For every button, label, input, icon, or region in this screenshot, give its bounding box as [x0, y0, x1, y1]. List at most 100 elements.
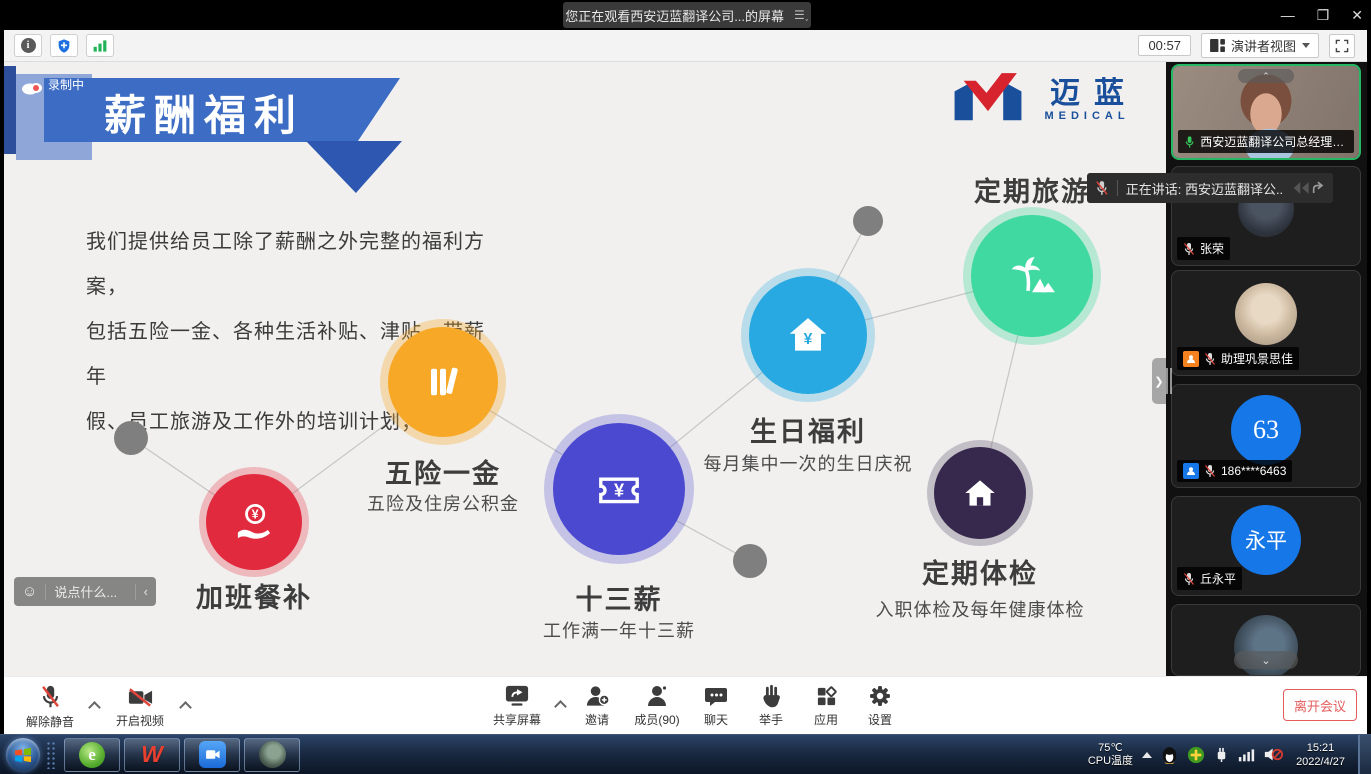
usb-tray-icon[interactable]	[1214, 746, 1229, 763]
network-tray-icon[interactable]	[1238, 747, 1255, 762]
shield-icon	[56, 38, 72, 54]
benefit-desc: 五险及住房公积金	[273, 490, 613, 516]
raise-hand-button[interactable]: 举手	[743, 684, 799, 728]
participant-tile[interactable]: 63 186****6463	[1171, 384, 1361, 488]
mic-options-chevron[interactable]	[88, 701, 101, 714]
start-video-label: 开启视频	[116, 712, 164, 729]
close-button[interactable]: ✕	[1351, 7, 1363, 24]
chat-button[interactable]: 聊天	[689, 684, 743, 728]
network-status-button[interactable]	[86, 34, 114, 57]
participant-name: 丘永平	[1200, 570, 1236, 587]
company-logo: 迈蓝 MEDICAL	[950, 70, 1138, 128]
camera-app-icon	[259, 741, 286, 768]
chevron-down-icon[interactable]: ⌄	[1234, 651, 1298, 669]
share-options-chevron[interactable]	[554, 700, 567, 713]
fullscreen-icon	[1335, 39, 1349, 53]
benefit-label: 十三薪	[469, 578, 769, 617]
taskbar-camera-button[interactable]	[244, 738, 300, 772]
participant-tile-partial[interactable]: ⌄	[1171, 604, 1361, 676]
benefit-desc: 入职体检及每年健康体检	[810, 596, 1150, 622]
chat-bubble-icon	[704, 684, 728, 708]
tray-expand-icon[interactable]	[1142, 752, 1152, 758]
participant-tile[interactable]: 永平 丘永平	[1171, 496, 1361, 596]
quick-chat-bar[interactable]: ☺ 说点什么... ‹	[14, 577, 156, 606]
mic-muted-icon	[1183, 572, 1195, 586]
emoji-icon[interactable]: ☺	[22, 583, 37, 600]
mic-muted-icon	[38, 684, 63, 710]
hide-sidebar-tab[interactable]: ❯	[1152, 358, 1166, 404]
qq-tray-icon[interactable]	[1161, 745, 1178, 764]
benefit-label: 五险一金	[293, 452, 593, 491]
banner-menu-icon[interactable]: ☰˯	[794, 9, 809, 21]
taskbar-wps-button[interactable]: W	[124, 738, 180, 772]
sidebar-resize-handle[interactable]	[1166, 368, 1172, 394]
cpu-temp-widget[interactable]: 75℃ CPU温度	[1088, 742, 1133, 768]
mic-on-icon	[1184, 135, 1195, 149]
chat-input-placeholder[interactable]: 说点什么...	[54, 582, 126, 601]
meeting-info-bar: i 00:57	[4, 30, 1367, 62]
members-label: 成员(90)	[634, 711, 679, 728]
mailan-logo-mark-icon	[950, 70, 1026, 128]
windows-logo-icon	[14, 747, 32, 763]
restore-button[interactable]: ❐	[1317, 7, 1330, 24]
participant-name: 助理巩景思佳	[1221, 350, 1293, 367]
antivirus-tray-icon[interactable]	[1187, 746, 1205, 764]
volume-muted-tray-icon[interactable]	[1264, 746, 1283, 763]
meeting-app-window: 您正在观看西安迈蓝翻译公司...的屏幕 ☰˯ — ❐ ✕ i	[0, 0, 1371, 774]
watching-banner[interactable]: 您正在观看西安迈蓝翻译公司...的屏幕 ☰˯	[563, 2, 811, 28]
taskbar-meeting-button[interactable]	[184, 738, 240, 772]
show-desktop-button[interactable]	[1358, 735, 1371, 774]
video-options-chevron[interactable]	[179, 701, 192, 714]
share-screen-label: 共享屏幕	[493, 711, 541, 728]
diagram-dot	[853, 206, 883, 236]
gear-icon	[868, 684, 892, 708]
person-icon	[1186, 466, 1196, 476]
meeting-app-icon	[199, 741, 226, 768]
chat-label: 聊天	[704, 711, 728, 728]
mic-muted-icon	[1204, 352, 1216, 366]
apps-button[interactable]: 应用	[799, 685, 853, 728]
benefit-desc: 工作满一年十三薪	[449, 617, 789, 643]
reply-arrow-icon[interactable]	[1292, 179, 1325, 197]
palm-beach-icon	[1005, 249, 1059, 303]
unmute-label: 解除静音	[26, 713, 74, 730]
chevron-up-icon[interactable]: ⌃	[1238, 69, 1294, 83]
start-video-button[interactable]: 开启视频	[103, 685, 177, 729]
cpu-temp-value: 75℃	[1088, 742, 1133, 755]
benefit-circle-travel	[971, 215, 1093, 337]
participant-name: 西安迈蓝翻译公司总经理-李...	[1200, 133, 1348, 150]
share-screen-button[interactable]: 共享屏幕	[482, 684, 552, 728]
leave-meeting-button[interactable]: 离开会议	[1283, 689, 1357, 721]
clock-time: 15:21	[1296, 741, 1345, 755]
view-mode-button[interactable]: 演讲者视图	[1201, 33, 1319, 58]
speaking-now-banner: 正在讲话: 西安迈蓝翻译公...	[1087, 173, 1333, 203]
taskbar-clock[interactable]: 15:21 2022/4/27	[1296, 741, 1345, 769]
meeting-info-button[interactable]: i	[14, 34, 42, 57]
settings-button[interactable]: 设置	[853, 684, 907, 728]
fullscreen-button[interactable]	[1329, 34, 1355, 58]
unmute-button[interactable]: 解除静音	[14, 684, 86, 730]
members-button[interactable]: 成员(90)	[625, 684, 689, 728]
signal-bars-icon	[92, 39, 108, 53]
mic-muted-icon	[1183, 242, 1195, 256]
security-button[interactable]	[50, 34, 78, 57]
diagram-dot	[733, 544, 767, 578]
diagram-dot	[114, 421, 148, 455]
divider	[45, 584, 46, 600]
shared-screen-slide: 薪酬福利 录制中 迈蓝 MEDICAL 我们提供给员工除了薪酬之外完整的福利方案…	[4, 62, 1166, 676]
taskbar-browser-button[interactable]: e	[64, 738, 120, 772]
participant-tile-speaker[interactable]: ⌃ 西安迈蓝翻译公司总经理-李...	[1171, 64, 1361, 160]
collapse-chat-icon[interactable]: ‹	[144, 584, 148, 599]
invite-button[interactable]: 邀请	[569, 684, 625, 728]
participant-tile[interactable]: 助理巩景思佳	[1171, 270, 1361, 376]
host-badge	[1183, 351, 1199, 367]
slide-title: 薪酬福利	[104, 82, 304, 143]
minimize-button[interactable]: —	[1281, 7, 1295, 23]
clock-date: 2022/4/27	[1296, 755, 1345, 769]
benefit-desc: 每月集中一次的生日庆祝	[638, 450, 978, 476]
house-yen-icon: ¥	[782, 309, 834, 361]
start-button[interactable]	[6, 738, 40, 772]
share-screen-icon	[504, 684, 530, 708]
browser-icon: e	[79, 742, 105, 768]
wps-icon: W	[141, 741, 163, 768]
